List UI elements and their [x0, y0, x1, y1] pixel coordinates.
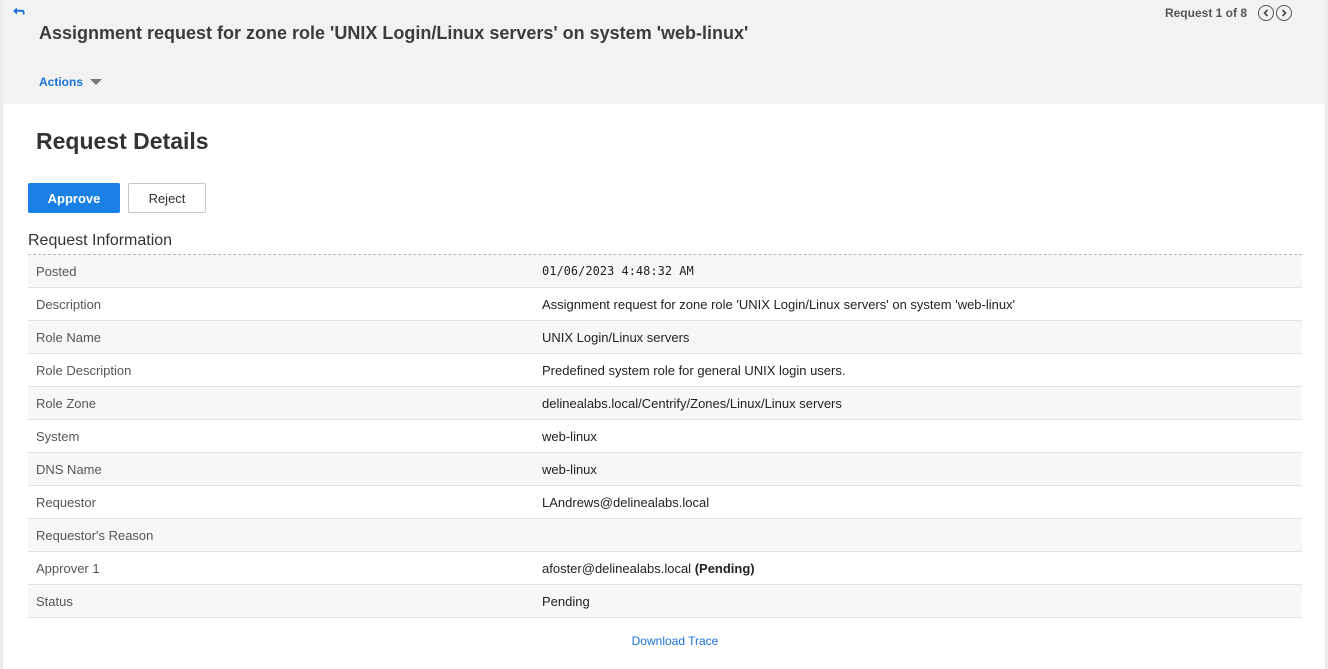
info-row-role-description: Role Description Predefined system role …: [28, 354, 1302, 387]
info-label: Role Name: [36, 329, 102, 345]
page-title: Assignment request for zone role 'UNIX L…: [39, 23, 749, 43]
actions-label: Actions: [39, 75, 84, 89]
pager-label: Request 1 of 8: [1164, 6, 1247, 20]
request-info-table: Posted 01/06/2023 4:48:32 AM Description…: [28, 254, 1302, 618]
info-label: System: [36, 428, 80, 444]
chevron-left-circle-icon[interactable]: [1258, 5, 1274, 21]
info-label: Requestor: [36, 494, 96, 510]
info-row-status: Status Pending: [28, 585, 1302, 618]
info-value: 01/06/2023 4:48:32 AM: [542, 264, 694, 278]
info-value: LAndrews@delinealabs.local: [542, 494, 710, 510]
request-pager: Request 1 of 8: [1165, 5, 1292, 21]
info-value: Predefined system role for general UNIX …: [542, 362, 846, 378]
info-label: Approver 1: [36, 560, 100, 576]
approver-status: (Pending): [694, 560, 755, 576]
back-arrow-icon[interactable]: [11, 4, 27, 20]
info-row-system: System web-linux: [28, 420, 1302, 453]
chevron-right-circle-icon[interactable]: [1276, 5, 1292, 21]
info-value: Assignment request for zone role 'UNIX L…: [542, 296, 1016, 312]
actions-menu[interactable]: Actions: [39, 75, 103, 89]
info-label: Requestor's Reason: [36, 527, 154, 543]
info-label: Role Zone: [36, 395, 96, 411]
info-row-approver-1: Approver 1 afoster@delinealabs.local (Pe…: [28, 552, 1302, 585]
reject-button[interactable]: Reject: [128, 183, 206, 213]
download-trace-link[interactable]: Download Trace: [3, 634, 1328, 648]
info-row-role-zone: Role Zone delinealabs.local/Centrify/Zon…: [28, 387, 1302, 420]
approver-email: afoster@delinealabs.local: [542, 560, 692, 576]
info-value: web-linux: [542, 428, 597, 444]
info-label: Posted: [36, 263, 77, 279]
info-row-dns-name: DNS Name web-linux: [28, 453, 1302, 486]
approve-button[interactable]: Approve: [28, 183, 120, 213]
info-label: DNS Name: [36, 461, 102, 477]
info-row-role-name: Role Name UNIX Login/Linux servers: [28, 321, 1302, 354]
page-frame: Assignment request for zone role 'UNIX L…: [0, 0, 1328, 669]
info-value: UNIX Login/Linux servers: [542, 329, 690, 345]
info-value: delinealabs.local/Centrify/Zones/Linux/L…: [542, 395, 842, 411]
info-label: Status: [36, 593, 73, 609]
info-row-description: Description Assignment request for zone …: [28, 288, 1302, 321]
caret-down-icon: [90, 79, 103, 85]
info-label: Role Description: [36, 362, 132, 378]
page-header: Assignment request for zone role 'UNIX L…: [3, 0, 1325, 104]
info-row-requestor-reason: Requestor's Reason: [28, 519, 1302, 552]
info-label: Description: [36, 296, 102, 312]
info-value: web-linux: [542, 461, 597, 477]
info-row-requestor: Requestor LAndrews@delinealabs.local: [28, 486, 1302, 519]
info-row-posted: Posted 01/06/2023 4:48:32 AM: [28, 255, 1302, 288]
request-information-title: Request Information: [28, 232, 173, 249]
section-title: Request Details: [36, 128, 209, 154]
info-value-container: afoster@delinealabs.local (Pending): [542, 561, 1302, 576]
info-value: Pending: [542, 593, 590, 609]
